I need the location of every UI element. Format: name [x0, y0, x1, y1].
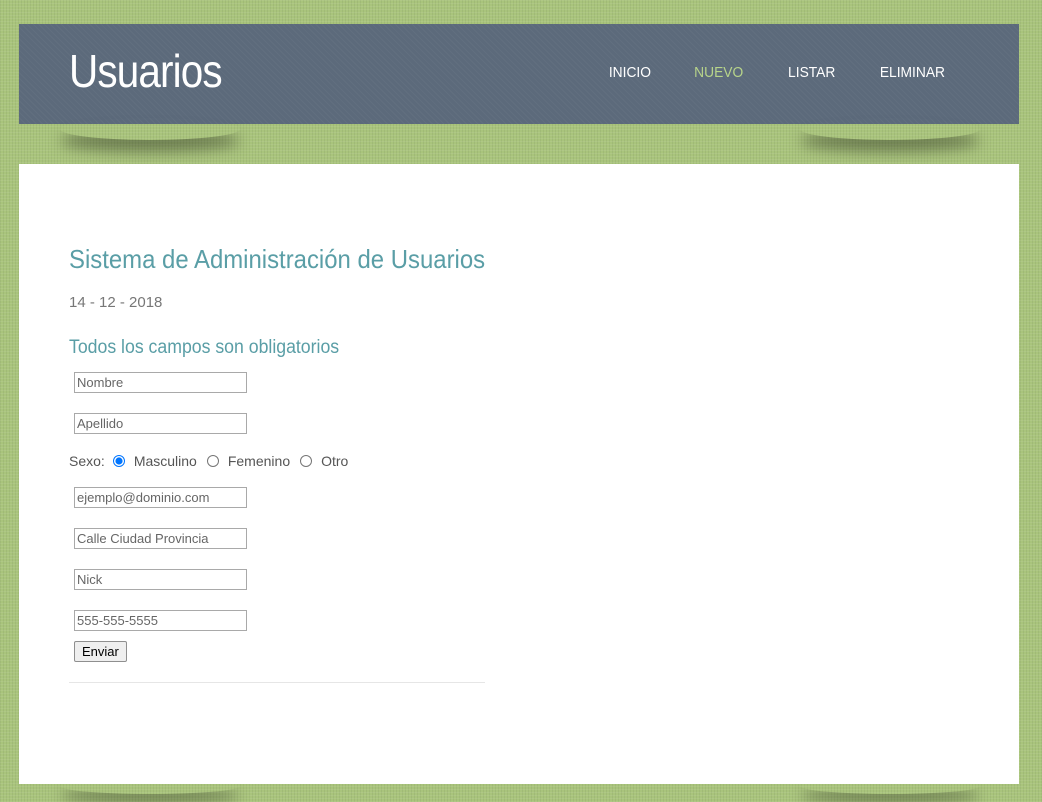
- header-shadow-right: [800, 118, 980, 140]
- content-divider: [69, 682, 485, 683]
- sexo-label: Sexo:: [69, 453, 105, 469]
- nav-item-nuevo[interactable]: NUEVO: [695, 64, 744, 81]
- date-text: 14 - 12 - 2018: [69, 294, 163, 311]
- enviar-button[interactable]: Enviar: [74, 641, 127, 662]
- email-input[interactable]: [74, 487, 247, 508]
- sexo-group: Sexo: Masculino Femenino Otro: [69, 453, 350, 469]
- content-panel: Sistema de Administración de Usuarios 14…: [19, 164, 1019, 784]
- site-title: Usuarios: [69, 45, 223, 97]
- form-subheading: Todos los campos son obligatorios: [69, 337, 340, 358]
- telefono-input[interactable]: [74, 610, 247, 631]
- nav-item-eliminar[interactable]: ELIMINAR: [880, 64, 945, 81]
- page-heading: Sistema de Administración de Usuarios: [69, 244, 486, 274]
- header-shadow-left: [60, 118, 240, 140]
- sexo-option-otro-label: Otro: [321, 453, 349, 469]
- nick-input[interactable]: [74, 569, 247, 590]
- sexo-radio-masculino[interactable]: [112, 455, 125, 467]
- sexo-radio-otro[interactable]: [300, 455, 313, 467]
- nav-item-inicio[interactable]: INICIO: [608, 64, 650, 81]
- sexo-option-femenino-label: Femenino: [227, 453, 291, 469]
- nombre-input[interactable]: [74, 372, 247, 393]
- sexo-option-masculino-label: Masculino: [133, 453, 197, 469]
- main-nav: INICIO NUEVO LISTAR ELIMINAR: [567, 64, 948, 81]
- site-header: Usuarios INICIO NUEVO LISTAR ELIMINAR: [19, 24, 1019, 124]
- apellido-input[interactable]: [74, 413, 247, 434]
- direccion-input[interactable]: [74, 528, 247, 549]
- nav-item-listar[interactable]: LISTAR: [788, 64, 835, 81]
- sexo-radio-femenino[interactable]: [206, 455, 219, 467]
